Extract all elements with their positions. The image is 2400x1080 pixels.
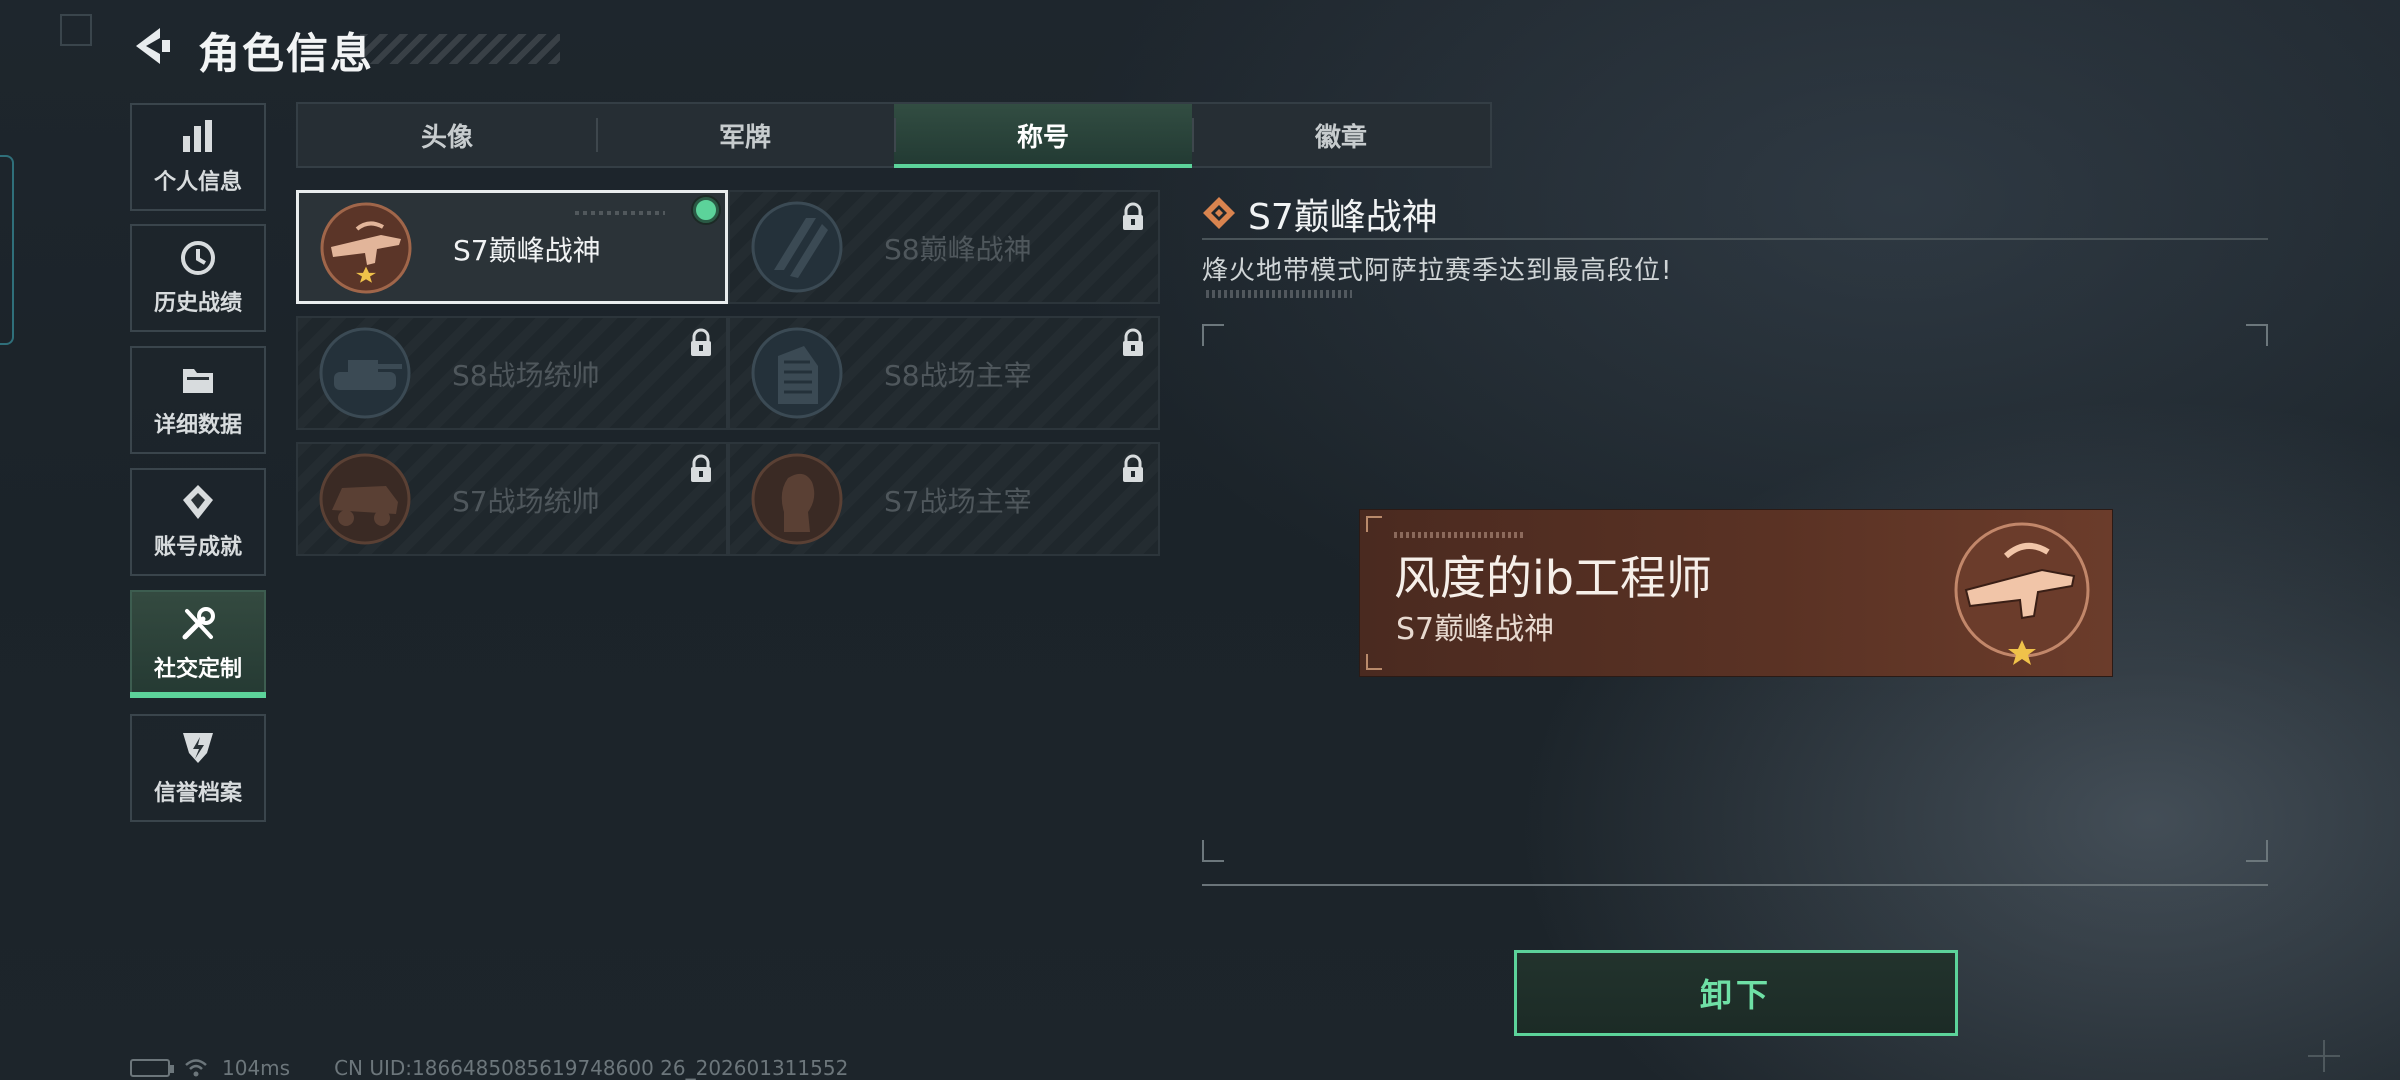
tab-badge[interactable]: 徽章 — [1192, 104, 1490, 166]
tab-avatar[interactable]: 头像 — [298, 104, 596, 166]
sidebar-item-profile[interactable]: 个人信息 — [130, 103, 266, 211]
tab-title[interactable]: 称号 — [894, 104, 1192, 168]
corner-marker — [60, 14, 92, 46]
lock-icon — [1123, 202, 1143, 230]
title-decoration — [360, 34, 560, 64]
tools-icon — [182, 607, 215, 640]
active-indicator — [130, 692, 266, 698]
title-name: S7巅峰战神 — [453, 234, 601, 267]
selected-title-name: S7巅峰战神 — [1248, 197, 1438, 238]
player-name: 风度的ib工程师 — [1394, 551, 1712, 605]
achievement-icon — [183, 485, 213, 519]
plate-decoration — [1394, 532, 1524, 538]
tank-emblem-icon — [319, 327, 411, 419]
card-decoration — [575, 211, 665, 215]
title-card-s7-dominator[interactable]: S7战场主宰 — [728, 442, 1160, 556]
sidebar-item-label: 信誉档案 — [153, 781, 242, 806]
status-bar: 104ms CN UID:1866485085619748600 26_2026… — [130, 1056, 848, 1080]
armored-vehicle-emblem-icon — [319, 453, 411, 545]
sidebar-item-label: 账号成就 — [153, 535, 242, 560]
title-card-s8-dominator[interactable]: S8战场主宰 — [728, 316, 1160, 430]
lock-icon — [691, 454, 711, 482]
building-emblem-icon — [751, 327, 843, 419]
lock-icon — [1123, 328, 1143, 356]
sidebar-item-label: 个人信息 — [153, 170, 242, 195]
folder-icon — [183, 369, 213, 393]
title-name: S7战场主宰 — [884, 485, 1032, 518]
frame-corner — [1202, 324, 1224, 346]
divider — [1202, 238, 2268, 240]
category-tabs: 头像 军牌 称号 徽章 — [296, 102, 1492, 168]
sidebar-item-achievements[interactable]: 账号成就 — [130, 468, 266, 576]
sidebar-item-social[interactable]: 社交定制 — [130, 590, 266, 698]
history-clock-icon — [181, 241, 215, 275]
title-card-s8-commander[interactable]: S8战场统帅 — [296, 316, 728, 430]
plate-corner — [1366, 516, 1382, 532]
back-arrow-icon[interactable] — [130, 24, 174, 68]
battery-icon — [130, 1059, 174, 1077]
sidebar-item-label: 社交定制 — [153, 657, 242, 682]
side-pull-tab[interactable] — [0, 155, 14, 345]
diamond-icon — [1203, 197, 1235, 229]
equipped-indicator — [693, 197, 719, 223]
bar-chart-icon — [183, 120, 212, 152]
title-name: S8巅峰战神 — [884, 233, 1032, 266]
ping-value: 104ms — [222, 1056, 291, 1080]
crosshair-icon — [2308, 1040, 2340, 1072]
s8-stripes-emblem-icon — [751, 201, 843, 293]
nameplate-preview: 风度的ib工程师 S7巅峰战神 — [1360, 510, 2112, 676]
soldier-bust-emblem-icon — [751, 453, 843, 545]
title-card-s7-commander[interactable]: S7战场统帅 — [296, 442, 728, 556]
nameplate-title: S7巅峰战神 — [1396, 612, 1555, 647]
sidebar-item-label: 详细数据 — [153, 413, 242, 438]
title-name: S8战场主宰 — [884, 359, 1032, 392]
wifi-icon — [185, 1059, 207, 1077]
sidebar-item-details[interactable]: 详细数据 — [130, 346, 266, 454]
sidebar-item-label: 历史战绩 — [153, 291, 242, 316]
lock-icon — [691, 328, 711, 356]
frame-corner — [2246, 324, 2268, 346]
frame-corner — [1202, 840, 1224, 862]
page-title: 角色信息 — [198, 29, 375, 78]
unequip-button[interactable]: 卸下 — [1514, 950, 1958, 1036]
sidebar-item-history[interactable]: 历史战绩 — [130, 224, 266, 332]
detail-decoration — [1206, 290, 1352, 298]
frame-corner — [2246, 840, 2268, 862]
tab-dogtag[interactable]: 军牌 — [596, 104, 894, 166]
rifle-emblem-icon — [1954, 522, 2090, 665]
title-card-s8-peak[interactable]: S8巅峰战神 — [728, 190, 1160, 304]
title-description: 烽火地带模式阿萨拉赛季达到最高段位! — [1202, 256, 1673, 286]
user-uid: CN UID:1866485085619748600 26_2026013115… — [334, 1056, 849, 1080]
sidebar-item-reputation[interactable]: 信誉档案 — [130, 714, 266, 822]
rifle-emblem-icon — [320, 202, 412, 294]
title-name: S7战场统帅 — [452, 485, 600, 518]
lock-icon — [1123, 454, 1143, 482]
title-name: S8战场统帅 — [452, 359, 600, 392]
plate-corner — [1366, 654, 1382, 670]
reputation-icon — [183, 733, 213, 763]
title-card-s7-peak[interactable]: S7巅峰战神 — [296, 190, 728, 304]
preview-baseline — [1202, 884, 2268, 886]
